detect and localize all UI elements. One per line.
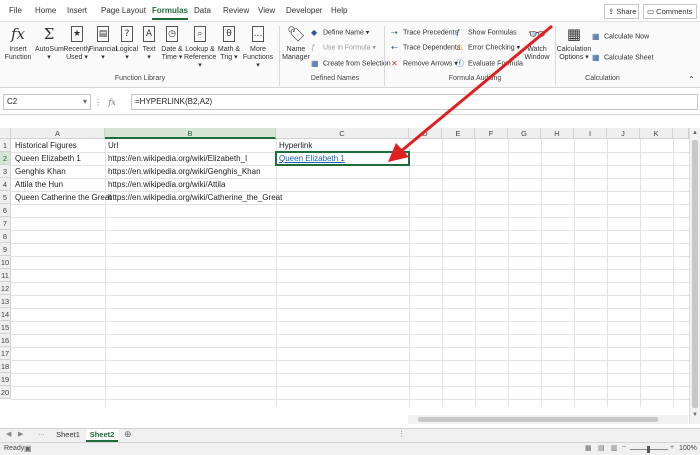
next-sheet-icon[interactable]: ▶ — [18, 430, 23, 438]
normal-view-icon[interactable]: ▦ — [585, 444, 592, 452]
status-ready: Ready — [4, 445, 25, 452]
prev-sheet-icon[interactable]: ◀ — [6, 430, 11, 438]
split-handle-icon[interactable]: ⋮ — [398, 430, 405, 438]
zoom-level[interactable]: 100% — [679, 445, 697, 452]
add-sheet-icon[interactable]: ⊕ — [124, 429, 132, 440]
sheet-tab-sheet2[interactable]: Sheet2 — [86, 429, 118, 442]
sheet-tab-sheet1[interactable]: Sheet1 — [52, 429, 84, 442]
annotation-arrow — [388, 24, 553, 162]
zoom-in-icon[interactable]: + — [670, 444, 674, 451]
page-break-view-icon[interactable]: ▥ — [611, 444, 618, 452]
zoom-out-icon[interactable]: − — [622, 444, 626, 451]
page-layout-view-icon[interactable]: ▤ — [598, 444, 605, 452]
macro-record-icon[interactable]: ▣ — [24, 444, 32, 453]
sheet-tab-bar: ◀ ▶ … Sheet1 Sheet2 ⊕ ⋮ — [0, 428, 700, 442]
status-bar: Ready ▣ ▦ ▤ ▥ − + 100% — [0, 442, 700, 455]
zoom-slider-thumb[interactable] — [647, 446, 650, 453]
annotation-arrow-shaft — [399, 24, 553, 154]
more-sheets-icon[interactable]: … — [38, 430, 45, 437]
